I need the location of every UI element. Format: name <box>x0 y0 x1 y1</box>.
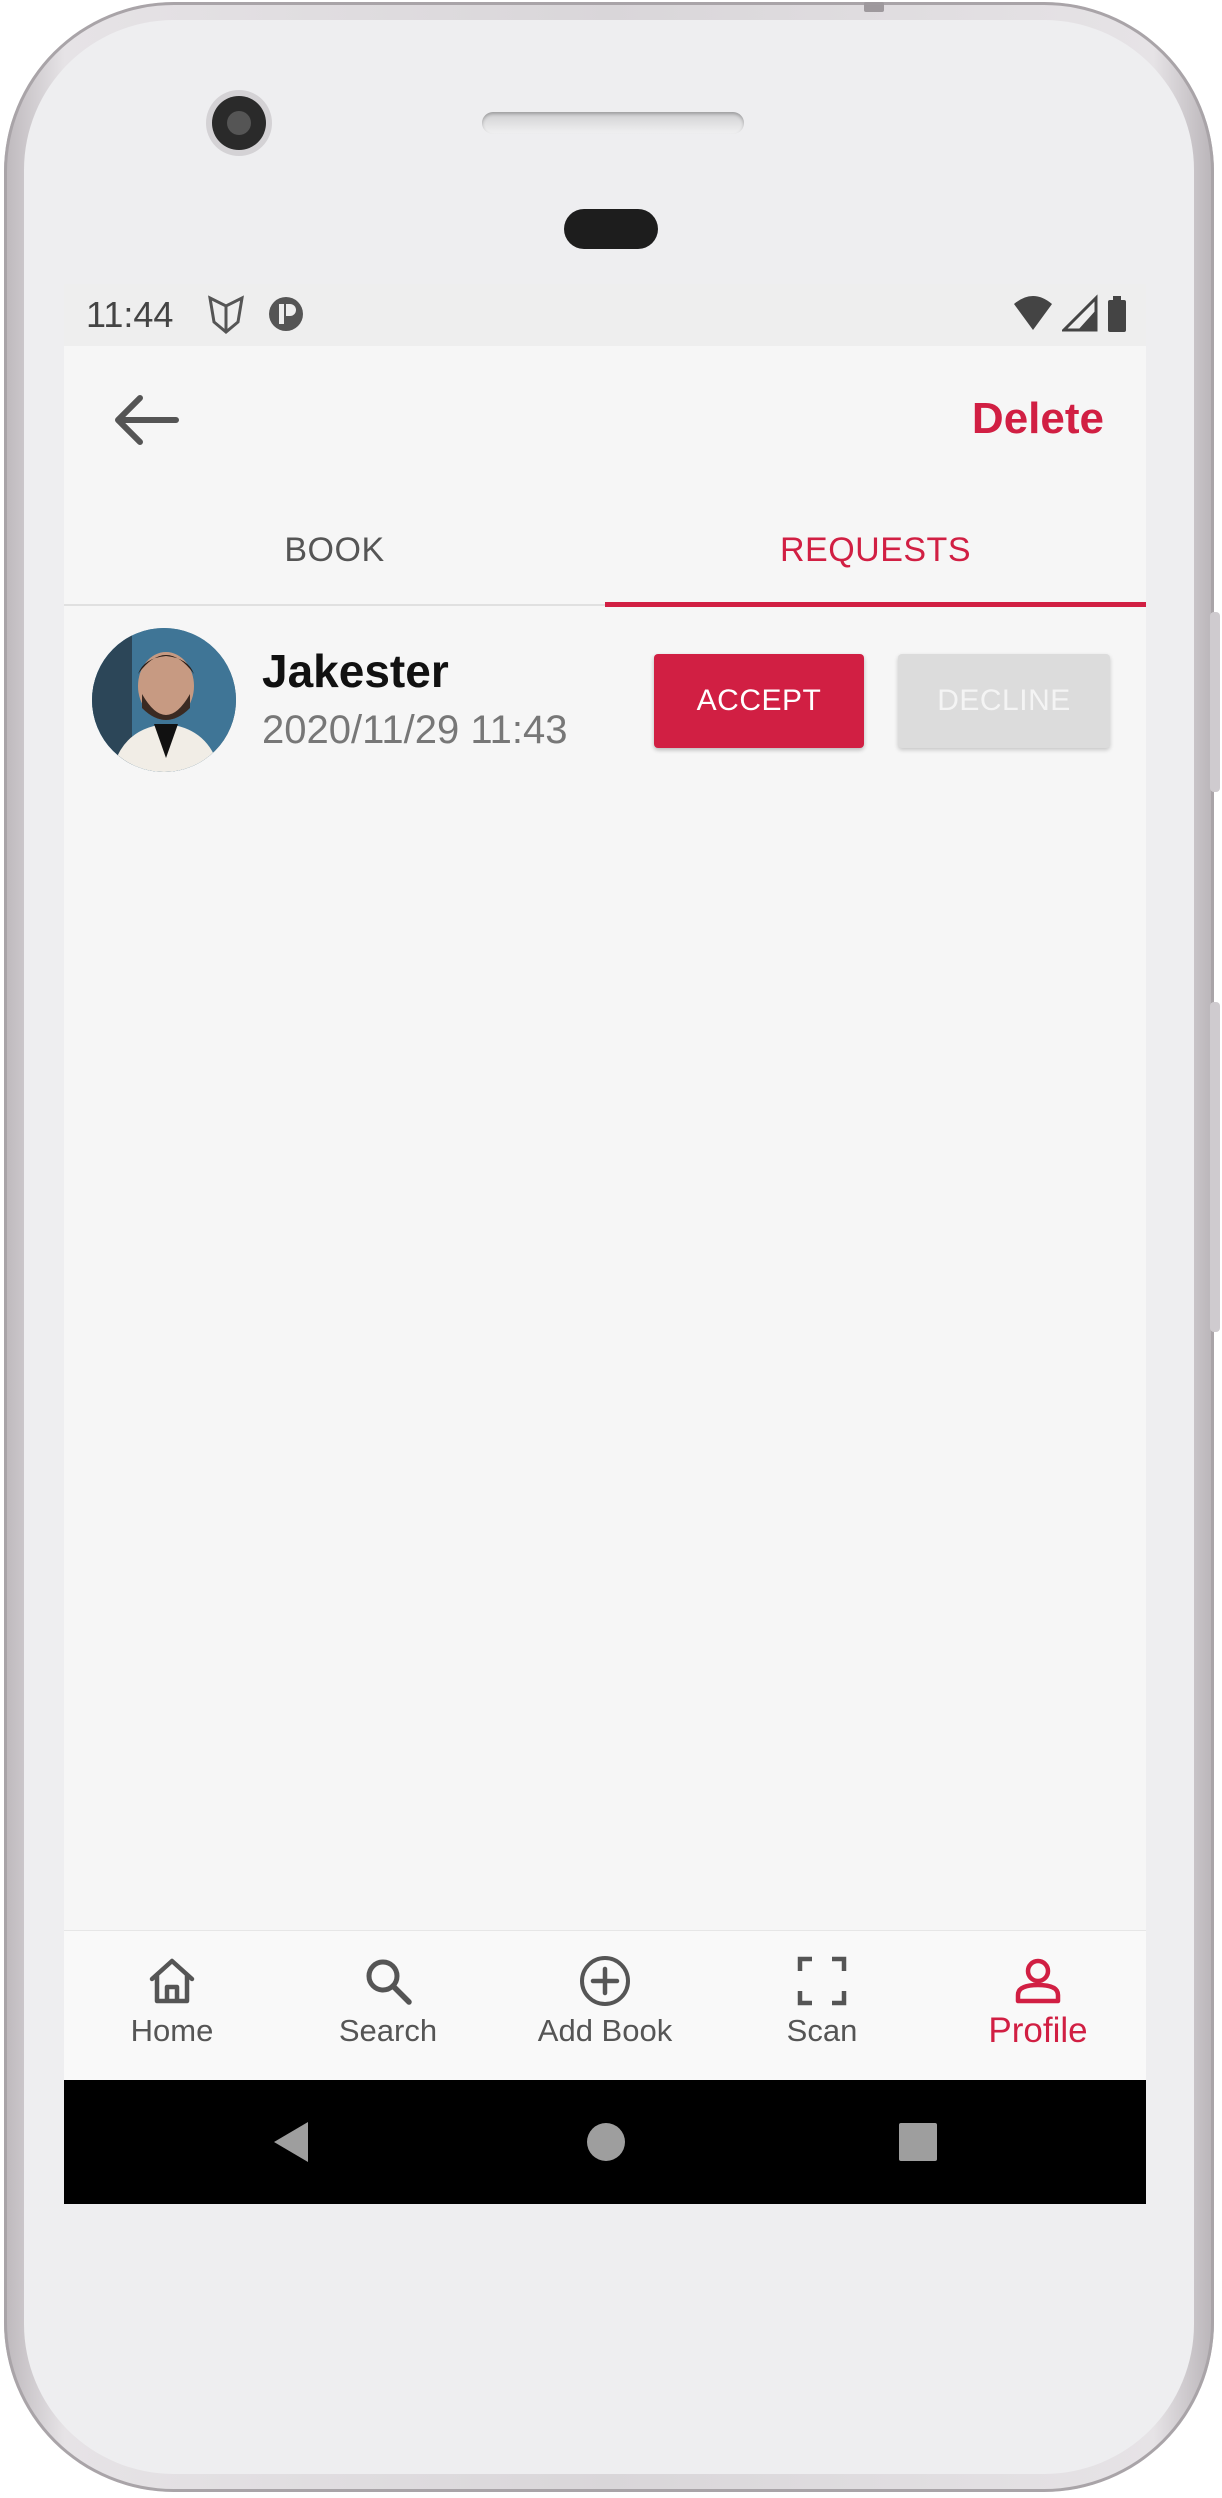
add-circle-icon <box>580 1956 630 2006</box>
shield-app-icon <box>208 295 244 334</box>
status-right-icons <box>1012 294 1128 334</box>
signal-icon <box>1062 294 1098 332</box>
back-button[interactable] <box>110 390 182 450</box>
request-list-item: Jakester 2020/11/29 11:43 ACCEPT DECLINE <box>64 622 1146 782</box>
front-camera <box>212 96 266 150</box>
status-bar: 11:44 <box>64 284 1146 346</box>
nav-scan-label: Scan <box>786 2013 858 2048</box>
bottom-navigation: Home Search Add Book Scan Profile <box>64 1930 1146 2080</box>
tab-bar: BOOK REQUESTS <box>64 496 1146 607</box>
tab-book[interactable]: BOOK <box>64 496 605 604</box>
proximity-sensor <box>564 209 658 249</box>
pi-app-icon <box>269 297 303 331</box>
tab-indicator <box>605 602 1146 607</box>
request-datetime: 2020/11/29 11:43 <box>262 708 568 752</box>
nav-profile-label: Profile <box>988 2011 1088 2050</box>
earpiece-speaker <box>482 112 744 134</box>
scan-icon <box>797 1956 847 2006</box>
delete-button[interactable]: Delete <box>972 394 1104 444</box>
power-button <box>1210 612 1220 792</box>
tab-requests[interactable]: REQUESTS <box>605 496 1146 604</box>
battery-icon <box>1108 296 1126 332</box>
avatar[interactable] <box>92 628 236 772</box>
search-icon <box>366 1959 412 2005</box>
arrow-left-icon <box>115 395 179 445</box>
system-navigation-bar <box>64 2080 1146 2204</box>
back-triangle-icon[interactable] <box>270 2120 314 2164</box>
volume-button <box>1210 1002 1220 1332</box>
app-bar: Delete <box>64 346 1146 496</box>
decline-button[interactable]: DECLINE <box>898 654 1110 748</box>
home-circle-icon[interactable] <box>584 2120 628 2164</box>
nav-add-book[interactable]: Add Book <box>497 1931 713 2081</box>
accept-button[interactable]: ACCEPT <box>654 654 864 748</box>
nav-profile[interactable]: Profile <box>930 1931 1146 2081</box>
frame-top-detail <box>864 2 884 12</box>
user-photo <box>92 628 236 772</box>
app-screen: 11:44 Delete BOOK REQUESTS Jakester 2020… <box>64 284 1146 2204</box>
requester-name[interactable]: Jakester <box>262 644 449 698</box>
wifi-icon <box>1014 296 1052 330</box>
nav-scan[interactable]: Scan <box>714 1931 930 2081</box>
nav-home[interactable]: Home <box>64 1931 280 2081</box>
recents-square-icon[interactable] <box>896 2120 940 2164</box>
home-icon <box>149 1958 195 2004</box>
nav-add-book-label: Add Book <box>537 2013 673 2048</box>
nav-home-label: Home <box>130 2013 214 2048</box>
profile-icon <box>1015 1958 1061 2004</box>
status-time: 11:44 <box>86 294 174 335</box>
nav-search[interactable]: Search <box>280 1931 496 2081</box>
nav-search-label: Search <box>338 2013 438 2048</box>
